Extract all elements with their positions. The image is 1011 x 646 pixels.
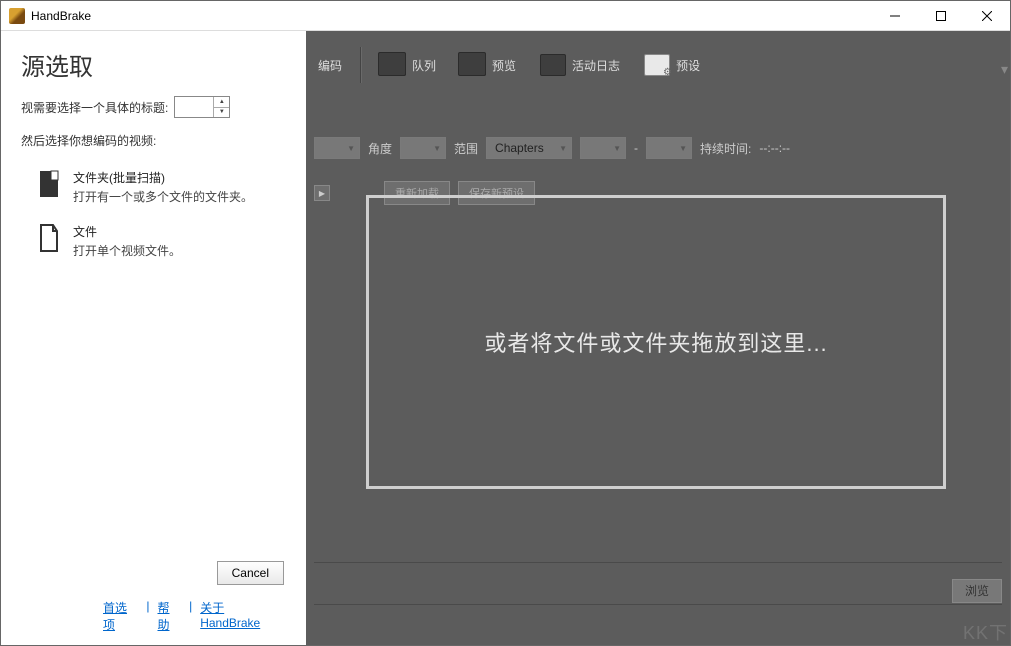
option-title: 文件夹(批量扫描) — [73, 169, 253, 186]
preset-expand-icon[interactable]: ▶ — [314, 185, 330, 201]
source-selection-panel: 源选取 视需要选择一个具体的标题: ▲ ▼ 然后选择你想编码的视频: 文件夹(批… — [1, 31, 306, 645]
angle-select[interactable]: ▼ — [400, 137, 446, 159]
duration-value: --:--:-- — [759, 141, 790, 155]
chevron-down-icon: ▼ — [679, 144, 687, 153]
open-file-option[interactable]: 文件 打开单个视频文件。 — [21, 215, 286, 269]
option-desc: 打开有一个或多个文件的文件夹。 — [73, 188, 253, 205]
toolbar-presets[interactable]: 预设 — [636, 50, 708, 80]
minimize-button[interactable] — [872, 1, 918, 31]
range-start-select[interactable]: ▼ — [580, 137, 626, 159]
angle-label: 角度 — [368, 140, 392, 157]
preview-icon — [460, 54, 486, 76]
queue-icon — [380, 54, 406, 76]
watermark: KK下 — [963, 619, 1008, 645]
folder-icon — [37, 169, 61, 199]
title-number-input[interactable]: ▲ ▼ — [174, 96, 230, 118]
spin-down-icon[interactable]: ▼ — [214, 108, 229, 118]
browse-button[interactable]: 浏览 — [952, 579, 1002, 603]
footer-links: 首选项 | 帮助 | 关于 HandBrake — [21, 595, 286, 633]
maximize-button[interactable] — [918, 1, 964, 31]
range-dash: - — [634, 141, 638, 155]
cancel-button[interactable]: Cancel — [217, 561, 284, 585]
title-prompt: 视需要选择一个具体的标题: — [21, 99, 168, 116]
file-icon — [37, 223, 61, 253]
about-link[interactable]: 关于 HandBrake — [200, 599, 286, 633]
toolbar-activity[interactable]: 活动日志 — [532, 50, 628, 80]
option-desc: 打开单个视频文件。 — [73, 242, 181, 259]
main-window-dimmed: 编码 队列 预览 活动日志 预设 ▾ ▼ 角度 ▼ — [306, 31, 1010, 645]
toolbar-queue[interactable]: 队列 — [372, 50, 444, 80]
panel-heading: 源选取 — [21, 47, 286, 82]
window-title: HandBrake — [31, 9, 91, 23]
filter-row: ▼ 角度 ▼ 范围 Chapters▼ ▼ - ▼ 持续时间: --:--:-- — [306, 137, 1010, 159]
chevron-down-icon: ▼ — [559, 144, 567, 153]
range-type-select[interactable]: Chapters▼ — [486, 137, 572, 159]
prefs-link[interactable]: 首选项 — [103, 599, 138, 633]
drop-zone-text: 或者将文件或文件夹拖放到这里... — [484, 326, 827, 358]
range-end-select[interactable]: ▼ — [646, 137, 692, 159]
chevron-down-icon: ▼ — [613, 144, 621, 153]
close-button[interactable] — [964, 1, 1010, 31]
open-folder-option[interactable]: 文件夹(批量扫描) 打开有一个或多个文件的文件夹。 — [21, 161, 286, 215]
duration-label: 持续时间: — [700, 140, 751, 157]
titlebar: HandBrake — [1, 1, 1010, 31]
toolbar-overflow-icon[interactable]: ▾ — [1001, 61, 1008, 78]
title-select[interactable]: ▼ — [314, 137, 360, 159]
range-label: 范围 — [454, 140, 478, 157]
encode-prompt: 然后选择你想编码的视频: — [21, 132, 286, 149]
activity-icon — [540, 54, 566, 76]
toolbar: 编码 队列 预览 活动日志 预设 ▾ — [306, 39, 1010, 91]
app-icon — [9, 8, 25, 24]
option-title: 文件 — [73, 223, 181, 240]
chevron-down-icon: ▼ — [433, 144, 441, 153]
toolbar-preview[interactable]: 预览 — [452, 50, 524, 80]
preset-icon — [644, 54, 670, 76]
help-link[interactable]: 帮助 — [157, 599, 181, 633]
chevron-down-icon: ▼ — [347, 144, 355, 153]
toolbar-encode[interactable]: 编码 — [310, 53, 350, 78]
drop-zone[interactable]: 或者将文件或文件夹拖放到这里... — [366, 195, 946, 489]
spin-up-icon[interactable]: ▲ — [214, 97, 229, 108]
